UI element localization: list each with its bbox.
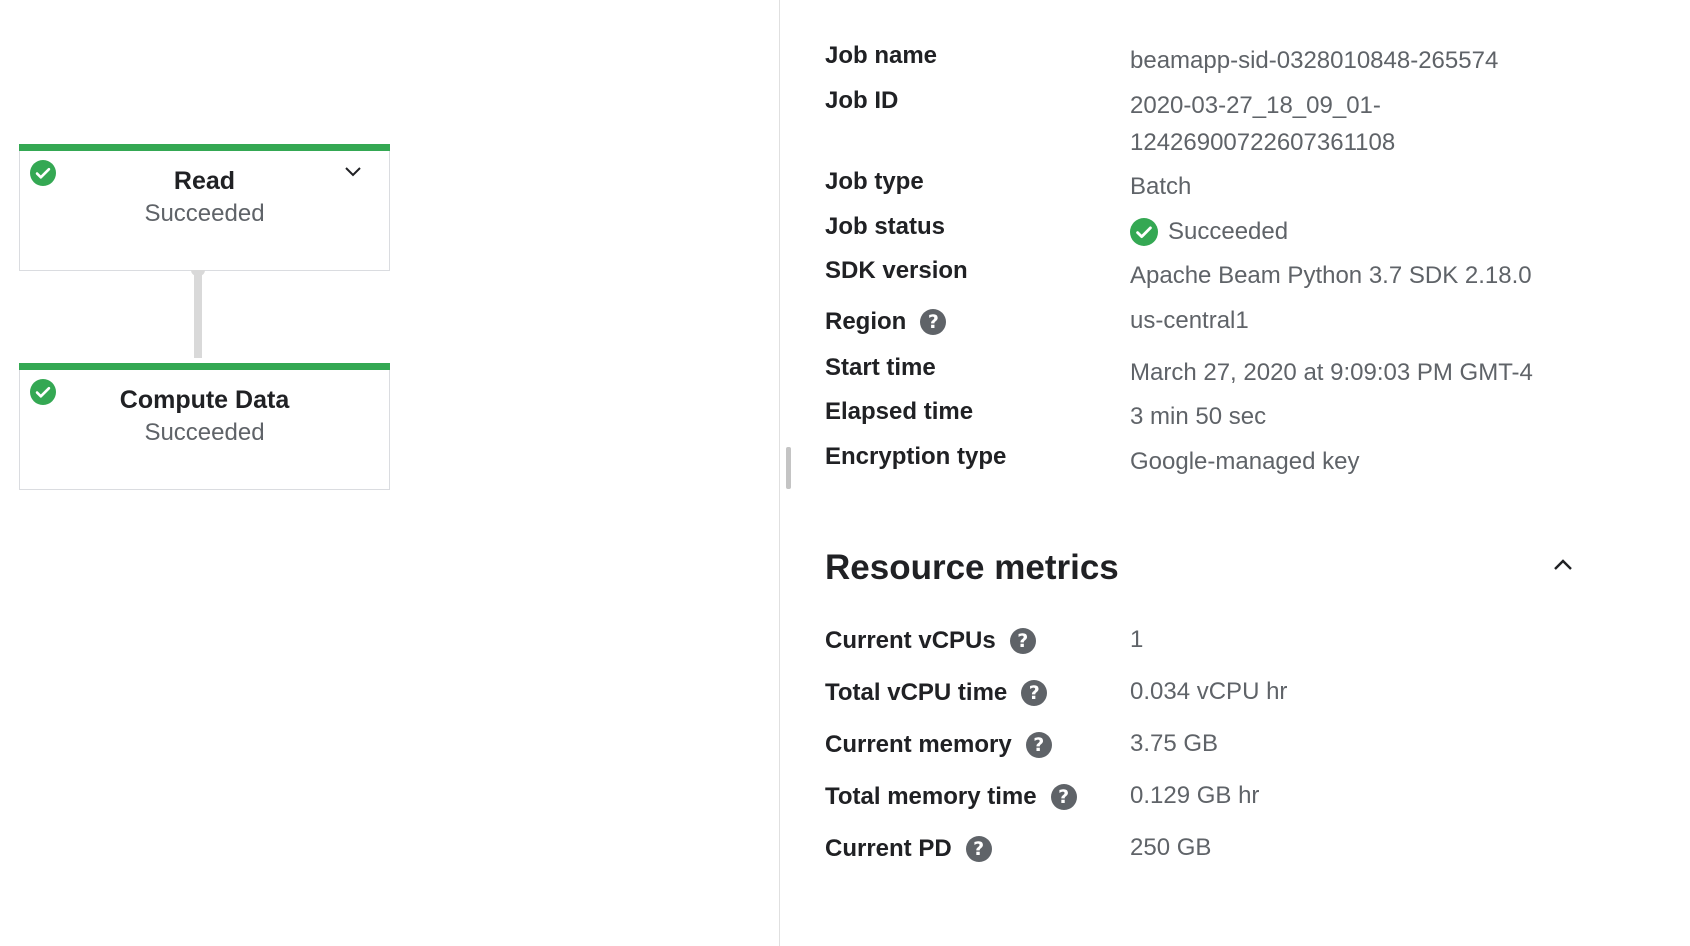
resource-metrics-title: Resource metrics (825, 548, 1119, 587)
region-label: Region ? (825, 308, 947, 336)
chevron-down-icon[interactable] (343, 165, 363, 179)
current-memory-value: 3.75 GB (1130, 730, 1219, 757)
check-circle-icon (1130, 217, 1158, 246)
start-time-value: March 27, 2020 at 9:09:03 PM GMT-4 (1130, 359, 1533, 386)
node-status: Succeeded (144, 419, 265, 446)
help-icon[interactable]: ? (1009, 628, 1036, 654)
job-graph-pane: Read Succeeded Compute Data Succeeded (0, 0, 780, 946)
job-type-label: Job type (825, 168, 924, 195)
job-id-value-line2: 12426900722607361108 (1130, 129, 1396, 156)
total-vcpu-time-label-text: Total vCPU time (825, 679, 1008, 706)
job-id-label: Job ID (825, 87, 899, 114)
current-vcpus-label: Current vCPUs ? (825, 627, 1036, 655)
start-time-label: Start time (825, 354, 936, 381)
job-id-value: 2020-03-27_18_09_01- 1242690072260736110… (1130, 87, 1395, 161)
help-icon[interactable]: ? (1021, 680, 1048, 706)
help-icon[interactable]: ? (920, 309, 947, 335)
total-memory-time-value: 0.129 GB hr (1130, 782, 1260, 809)
node-title: Compute Data (119, 386, 290, 414)
total-vcpu-time-label: Total vCPU time ? (825, 679, 1048, 707)
encryption-type-value: Google-managed key (1130, 448, 1360, 475)
elapsed-time-value: 3 min 50 sec (1130, 403, 1267, 430)
help-icon[interactable]: ? (965, 836, 992, 862)
graph-edge (191, 270, 205, 358)
total-vcpu-time-value: 0.034 vCPU hr (1130, 678, 1288, 705)
job-id-value-line1: 2020-03-27_18_09_01- (1130, 92, 1381, 119)
chevron-up-icon[interactable] (1552, 556, 1574, 574)
total-memory-time-label-text: Total memory time (825, 783, 1037, 810)
current-pd-value: 250 GB (1130, 834, 1212, 861)
current-pd-label: Current PD ? (825, 835, 992, 863)
job-type-value: Batch (1130, 173, 1192, 200)
region-label-text: Region (825, 308, 907, 335)
help-icon[interactable]: ? (1025, 732, 1052, 758)
total-memory-time-label: Total memory time ? (825, 783, 1077, 811)
current-vcpus-label-text: Current vCPUs (825, 627, 996, 654)
node-title: Read (173, 167, 236, 195)
job-status-label: Job status (825, 213, 946, 240)
sdk-version-label: SDK version (825, 257, 968, 284)
node-status: Succeeded (144, 200, 265, 227)
current-memory-label-text: Current memory (825, 731, 1012, 758)
help-icon[interactable]: ? (1050, 784, 1077, 810)
current-vcpus-value: 1 (1130, 626, 1144, 653)
graph-node-read[interactable]: Read Succeeded (19, 144, 390, 271)
encryption-type-label: Encryption type (825, 443, 1007, 470)
job-info-panel: Job name beamapp-sid-0328010848-265574 J… (780, 0, 1690, 946)
job-name-label: Job name (825, 42, 938, 69)
job-status-value: Succeeded (1130, 213, 1288, 250)
region-value: us-central1 (1130, 307, 1249, 334)
job-name-value: beamapp-sid-0328010848-265574 (1130, 47, 1499, 74)
current-memory-label: Current memory ? (825, 731, 1052, 759)
graph-node-compute-data[interactable]: Compute Data Succeeded (19, 363, 390, 490)
elapsed-time-label: Elapsed time (825, 398, 974, 425)
job-status-text: Succeeded (1168, 218, 1289, 245)
sdk-version-value: Apache Beam Python 3.7 SDK 2.18.0 (1130, 262, 1532, 289)
current-pd-label-text: Current PD (825, 835, 952, 862)
